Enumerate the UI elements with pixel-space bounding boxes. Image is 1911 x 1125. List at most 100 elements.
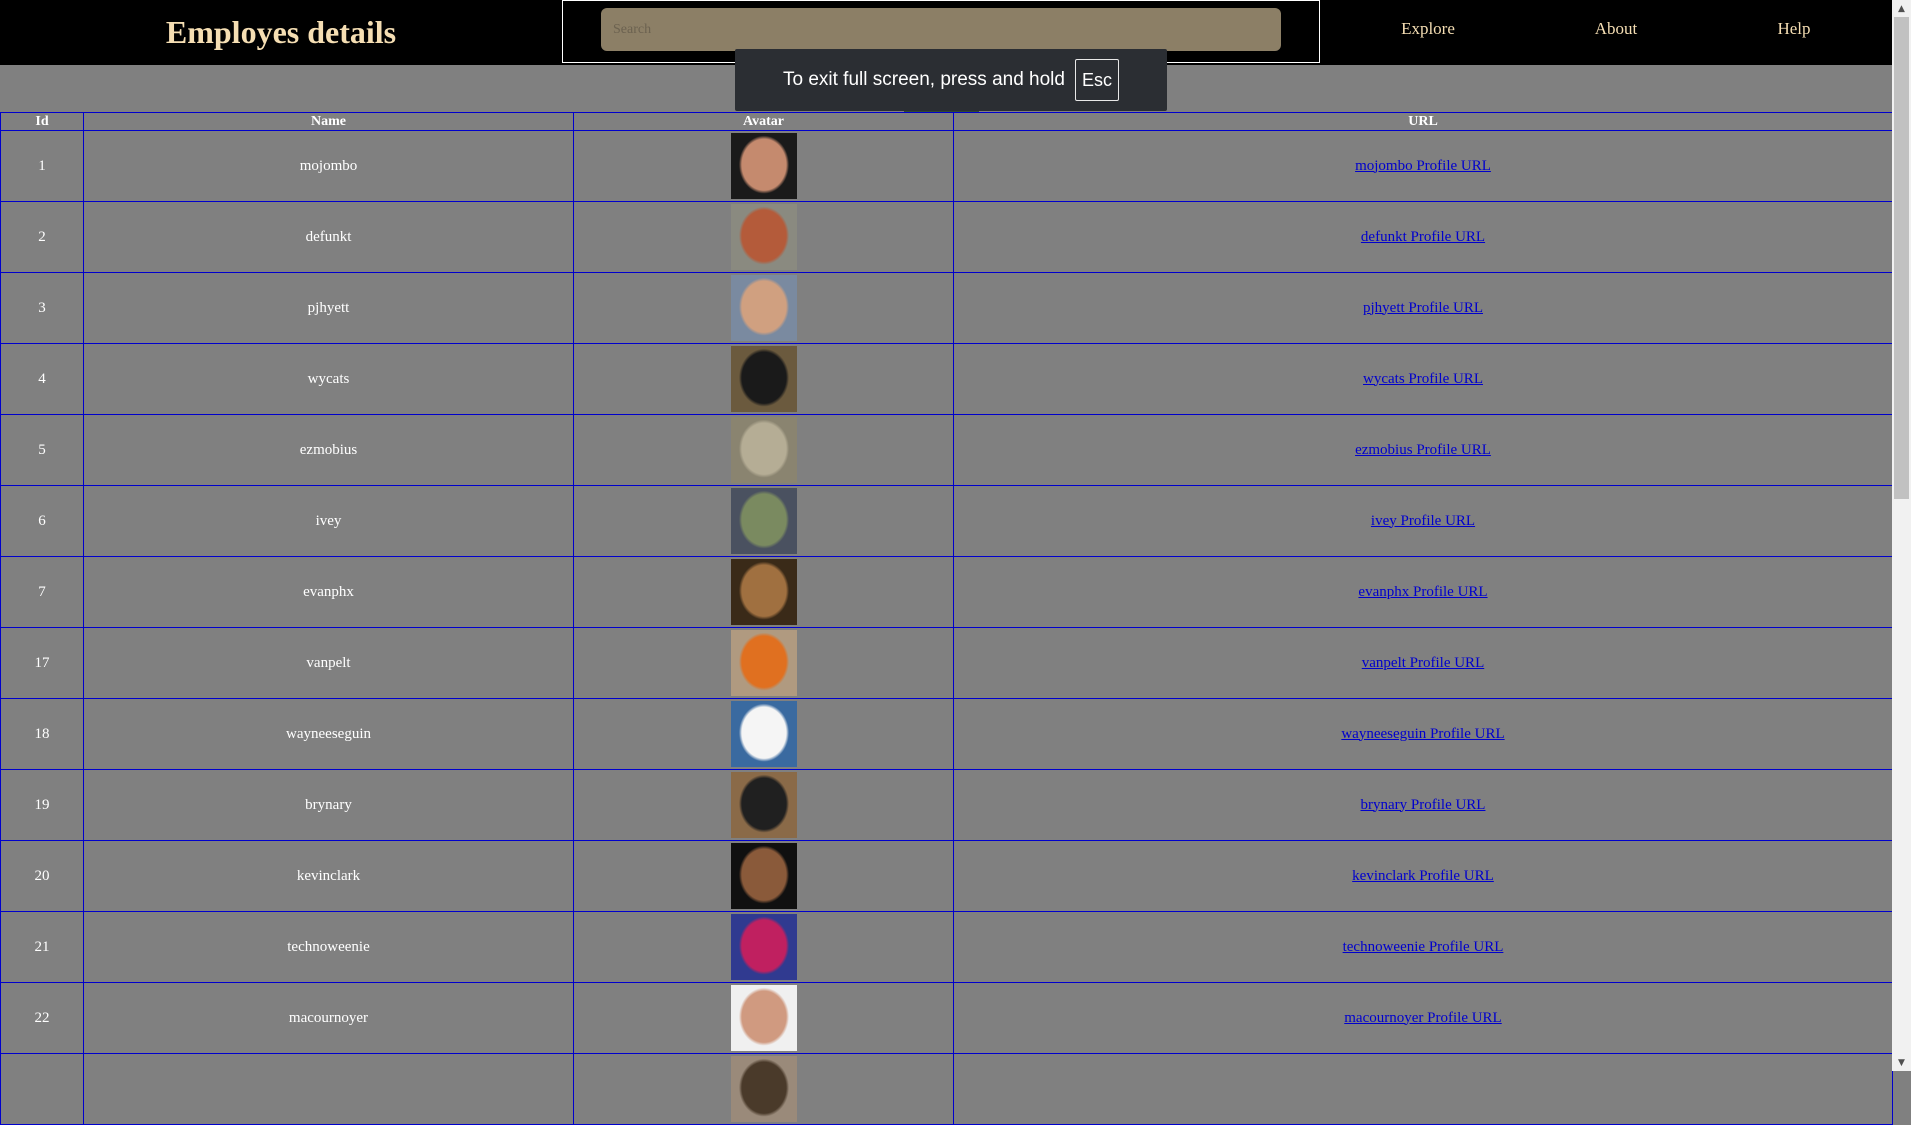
table-row: 18 wayneeseguin wayneeseguin Profile URL — [0, 698, 1893, 770]
cell-id: 20 — [0, 840, 84, 912]
table-row: 2 defunkt defunkt Profile URL — [0, 201, 1893, 273]
cell-id: 18 — [0, 698, 84, 770]
esc-key-badge: Esc — [1074, 59, 1119, 101]
cell-id: 22 — [0, 982, 84, 1054]
cell-id: 19 — [0, 769, 84, 841]
cell-url: ezmobius Profile URL — [953, 414, 1893, 486]
cell-avatar — [573, 698, 954, 770]
profile-link[interactable]: wayneeseguin Profile URL — [1341, 726, 1504, 742]
employee-table-container: Id Name Avatar URL 1 mojombo mojombo Profi… — [0, 112, 1893, 1125]
table-row: 6 ivey ivey Profile URL — [0, 485, 1893, 557]
cell-url: wycats Profile URL — [953, 343, 1893, 415]
cell-url — [953, 1053, 1893, 1125]
profile-link[interactable]: vanpelt Profile URL — [1362, 655, 1484, 671]
avatar — [730, 275, 797, 341]
cell-id: 21 — [0, 911, 84, 983]
cell-id: 1 — [0, 130, 84, 202]
scroll-down-arrow-icon[interactable]: ▼ — [1892, 1054, 1911, 1071]
fullscreen-toast-message: To exit full screen, press and hold — [782, 69, 1065, 90]
nav-about[interactable]: About — [1556, 0, 1676, 57]
employee-table: Id Name Avatar URL 1 mojombo mojombo Profi… — [0, 112, 1893, 1125]
cell-id: 5 — [0, 414, 84, 486]
avatar — [730, 488, 797, 554]
avatar — [730, 701, 797, 767]
avatar — [730, 772, 797, 838]
cell-avatar — [573, 130, 954, 202]
profile-link[interactable]: evanphx Profile URL — [1358, 584, 1487, 600]
cell-name: evanphx — [83, 556, 574, 628]
table-row: 1 mojombo mojombo Profile URL — [0, 130, 1893, 202]
cell-name: mojombo — [83, 130, 574, 202]
cell-url: vanpelt Profile URL — [953, 627, 1893, 699]
cell-url: kevinclark Profile URL — [953, 840, 1893, 912]
avatar — [730, 133, 797, 199]
profile-link[interactable]: ivey Profile URL — [1371, 513, 1475, 529]
cell-id: 7 — [0, 556, 84, 628]
profile-link[interactable]: pjhyett Profile URL — [1363, 300, 1483, 316]
cell-avatar — [573, 1053, 954, 1125]
cell-name: pjhyett — [83, 272, 574, 344]
avatar — [730, 985, 797, 1051]
cell-avatar — [573, 911, 954, 983]
avatar — [730, 346, 797, 412]
table-row: 4 wycats wycats Profile URL — [0, 343, 1893, 415]
cell-url: mojombo Profile URL — [953, 130, 1893, 202]
avatar — [730, 559, 797, 625]
avatar — [730, 1056, 797, 1122]
cell-name: wycats — [83, 343, 574, 415]
avatar — [730, 843, 797, 909]
cell-avatar — [573, 414, 954, 486]
cell-name: ivey — [83, 485, 574, 557]
nav-help[interactable]: Help — [1734, 0, 1854, 57]
cell-name: vanpelt — [83, 627, 574, 699]
cell-url: technoweenie Profile URL — [953, 911, 1893, 983]
cell-name: brynary — [83, 769, 574, 841]
cell-id: 4 — [0, 343, 84, 415]
profile-link[interactable]: brynary Profile URL — [1361, 797, 1486, 813]
profile-link[interactable]: macournoyer Profile URL — [1344, 1010, 1501, 1026]
profile-link[interactable]: defunkt Profile URL — [1361, 229, 1485, 245]
cell-avatar — [573, 201, 954, 273]
avatar — [730, 204, 797, 270]
cell-url: pjhyett Profile URL — [953, 272, 1893, 344]
table-row: 19 brynary brynary Profile URL — [0, 769, 1893, 841]
avatar — [730, 630, 797, 696]
nav-explore[interactable]: Explore — [1368, 0, 1488, 57]
cell-avatar — [573, 982, 954, 1054]
table-row: 7 evanphx evanphx Profile URL — [0, 556, 1893, 628]
column-header-avatar: Avatar — [573, 112, 954, 131]
avatar — [730, 417, 797, 483]
scrollbar-thumb[interactable] — [1894, 17, 1909, 499]
cell-avatar — [573, 627, 954, 699]
cell-url: ivey Profile URL — [953, 485, 1893, 557]
vertical-scrollbar[interactable]: ▲ ▼ — [1892, 0, 1911, 1071]
cell-name: defunkt — [83, 201, 574, 273]
table-row: 22 macournoyer macournoyer Profile URL — [0, 982, 1893, 1054]
table-row: 21 technoweenie technoweenie Profile URL — [0, 911, 1893, 983]
scroll-up-arrow-icon[interactable]: ▲ — [1892, 0, 1911, 17]
profile-link[interactable]: technoweenie Profile URL — [1343, 939, 1504, 955]
table-row: 5 ezmobius ezmobius Profile URL — [0, 414, 1893, 486]
search-input[interactable] — [601, 8, 1281, 51]
cell-name — [83, 1053, 574, 1125]
cell-id: 17 — [0, 627, 84, 699]
table-row: 20 kevinclark kevinclark Profile URL — [0, 840, 1893, 912]
cell-avatar — [573, 556, 954, 628]
cell-name: ezmobius — [83, 414, 574, 486]
cell-id: 2 — [0, 201, 84, 273]
cell-url: brynary Profile URL — [953, 769, 1893, 841]
cell-id: 6 — [0, 485, 84, 557]
cell-avatar — [573, 485, 954, 557]
cell-url: evanphx Profile URL — [953, 556, 1893, 628]
column-header-id: Id — [0, 112, 84, 131]
profile-link[interactable]: mojombo Profile URL — [1355, 158, 1491, 174]
profile-link[interactable]: kevinclark Profile URL — [1352, 868, 1494, 884]
avatar — [730, 914, 797, 980]
cell-url: wayneeseguin Profile URL — [953, 698, 1893, 770]
profile-link[interactable]: ezmobius Profile URL — [1355, 442, 1491, 458]
table-header-row: Id Name Avatar URL — [0, 112, 1893, 131]
column-header-name: Name — [83, 112, 574, 131]
table-row: 17 vanpelt vanpelt Profile URL — [0, 627, 1893, 699]
profile-link[interactable]: wycats Profile URL — [1363, 371, 1483, 387]
table-row — [0, 1053, 1893, 1125]
